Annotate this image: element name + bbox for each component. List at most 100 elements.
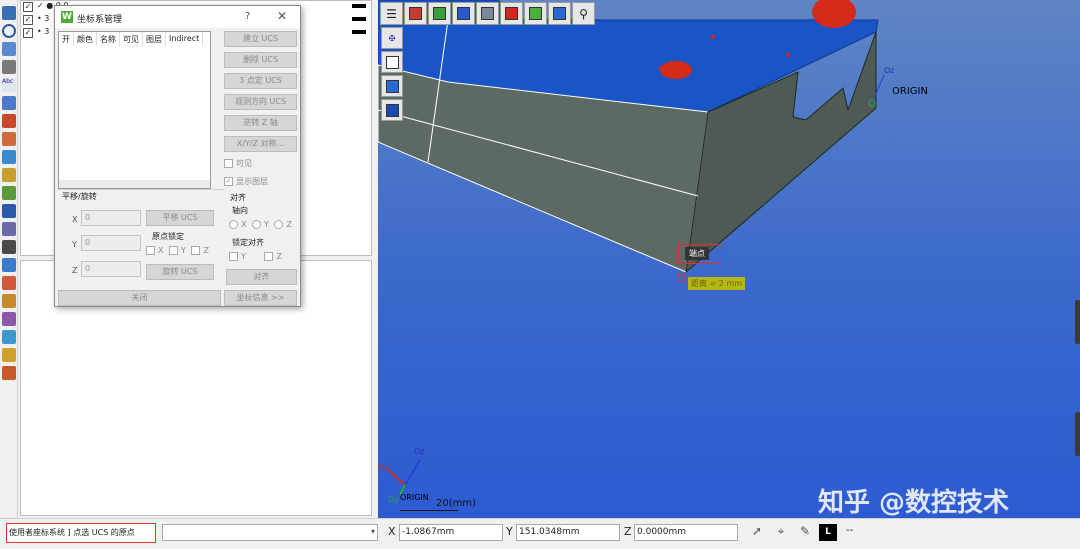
axis-z-radio[interactable] — [274, 220, 284, 229]
close-button[interactable]: 关闭 — [58, 290, 221, 306]
list-horizontal-scrollbar[interactable] — [59, 180, 210, 188]
origin-lock-x-checkbox[interactable] — [146, 246, 155, 255]
text-tool-icon[interactable]: Abc — [2, 78, 16, 92]
z-offset-field[interactable]: 0 — [81, 261, 141, 277]
scale-bar — [400, 510, 458, 511]
view-direction-ucs-button[interactable]: 观测方向 UCS — [224, 94, 297, 110]
zoom-icon[interactable]: ⚲ — [572, 2, 595, 25]
tree-row-color-bar — [352, 17, 366, 21]
endpoint-marker — [677, 273, 686, 282]
show-layer-checkbox[interactable]: ✓ — [224, 177, 233, 186]
lime-view-icon[interactable] — [524, 2, 547, 25]
column-header[interactable]: 可见 — [120, 32, 143, 46]
surface-tool-icon[interactable] — [2, 222, 16, 236]
origin-lock-z-checkbox[interactable] — [191, 246, 201, 255]
visible-checkbox[interactable] — [224, 159, 233, 168]
blue-cube-icon[interactable] — [381, 75, 403, 97]
right-scroll-handle[interactable] — [1075, 300, 1080, 344]
blue-view-icon[interactable] — [452, 2, 475, 25]
origin-lock-y-checkbox[interactable] — [169, 246, 179, 255]
close-icon[interactable]: ✕ — [277, 9, 287, 23]
lock-align-z-checkbox[interactable] — [264, 252, 274, 261]
grid-tool-icon[interactable] — [2, 258, 16, 272]
polyline-tool-icon[interactable] — [2, 60, 16, 74]
curve-tool-icon[interactable] — [2, 204, 16, 218]
delete-ucs-button[interactable]: 删除 UCS — [224, 52, 297, 68]
pick-icon[interactable]: ✎ — [796, 524, 814, 541]
x-coord-field[interactable]: -1.0867mm — [399, 524, 503, 541]
rectangle-tool-icon[interactable] — [2, 96, 16, 110]
snap-icon[interactable]: ⌖ — [772, 524, 790, 541]
cross-tool-icon[interactable] — [2, 240, 16, 254]
z-coord-field[interactable]: 0.0000mm — [634, 524, 738, 541]
fillet-tool-icon[interactable] — [2, 114, 16, 128]
lock-align-z-label: Z — [276, 252, 282, 261]
scale-label: 20(mm) — [436, 498, 477, 509]
axis-y-label: Y — [264, 220, 269, 229]
wireframe-cube-icon[interactable] — [381, 51, 403, 73]
origin-lock-checkbox-row: X Y Z — [146, 246, 209, 255]
axis-view-icon[interactable]: ✠ — [381, 27, 403, 49]
edit-tool-icon[interactable] — [2, 348, 16, 362]
command-prompt: 使用者座标系统 ] 点选 UCS 的原点 — [6, 523, 156, 543]
origin-lock-y-label: Y — [181, 246, 186, 255]
rotate-ucs-button[interactable]: 旋转 UCS — [146, 264, 214, 280]
column-header[interactable]: 颜色 — [74, 32, 97, 46]
chevron-down-icon[interactable]: ▾ — [371, 527, 375, 536]
chamfer-tool-icon[interactable] — [2, 132, 16, 146]
line-tool-icon[interactable] — [2, 6, 16, 20]
circle-tool-icon[interactable] — [2, 24, 16, 38]
iso-view-icon[interactable] — [476, 2, 499, 25]
column-header[interactable]: 图层 — [143, 32, 166, 46]
command-input[interactable]: ▾ — [162, 524, 378, 541]
tree-row-checkbox[interactable]: ✓ — [23, 28, 33, 38]
eraser-tool-icon[interactable] — [2, 312, 16, 326]
axis-x-radio[interactable] — [229, 220, 238, 229]
ucs-list[interactable]: 开 颜色 名称 可见 图层 Indirect — [58, 31, 211, 189]
right-scroll-handle[interactable] — [1075, 412, 1080, 456]
3d-viewport[interactable]: ☰ ⚲ ✠ Oz ORIGIN 端点 距离 = 2 mm Oz Ox Oy OR… — [378, 0, 1080, 518]
level-button[interactable]: L — [819, 524, 837, 541]
tree-row-checkbox[interactable]: ✓ — [23, 2, 33, 12]
solid-tool-icon[interactable] — [2, 276, 16, 290]
shaded-view-icon[interactable] — [404, 2, 427, 25]
coord-info-button[interactable]: 坐标信息 >> — [224, 290, 297, 306]
section-view-icon[interactable] — [548, 2, 571, 25]
three-point-ucs-button[interactable]: 3 点定 UCS — [224, 73, 297, 89]
help-button[interactable]: ? — [245, 11, 250, 22]
column-header[interactable]: 名称 — [97, 32, 120, 46]
arc-tool-icon[interactable] — [2, 42, 16, 56]
y-coord-field[interactable]: 151.0348mm — [516, 524, 620, 541]
pointer-icon[interactable]: ➚ — [748, 524, 766, 541]
visible-checkbox-row[interactable]: 可见 — [224, 158, 252, 169]
offset-tool-icon[interactable] — [2, 186, 16, 200]
translate-ucs-button[interactable]: 平移 UCS — [146, 210, 214, 226]
ucs-manager-dialog: W 坐标系管理 ? ✕ 开 颜色 名称 可见 图层 Indirect 建立 UC… — [54, 5, 301, 307]
dialog-title: 坐标系管理 — [77, 15, 123, 25]
measure-tool-icon[interactable] — [2, 330, 16, 344]
trim-tool-icon[interactable] — [2, 168, 16, 182]
tree-row-checkbox[interactable]: ✓ — [23, 15, 33, 25]
pencil-tool-icon[interactable] — [2, 294, 16, 308]
y-offset-field[interactable]: 0 — [81, 235, 141, 251]
xyz-align-button[interactable]: X/Y/Z 对称... — [224, 136, 297, 152]
solid-cube-icon[interactable] — [381, 99, 403, 121]
lock-align-y-checkbox[interactable] — [229, 252, 238, 261]
axis-y-radio[interactable] — [252, 220, 262, 229]
align-button[interactable]: 对齐 — [226, 269, 297, 285]
x-coord-label: X — [388, 525, 396, 538]
green-view-icon[interactable] — [428, 2, 451, 25]
transform-tool-icon[interactable] — [2, 366, 16, 380]
show-layer-checkbox-row[interactable]: ✓ 显示图层 — [224, 176, 268, 187]
menu-icon[interactable]: ☰ — [380, 2, 403, 25]
column-header[interactable]: Indirect — [166, 32, 204, 46]
create-ucs-button[interactable]: 建立 UCS — [224, 31, 297, 47]
dialog-titlebar[interactable]: W 坐标系管理 ? ✕ — [55, 6, 300, 28]
x-offset-field[interactable]: 0 — [81, 210, 141, 226]
view-toolbar: ☰ ⚲ — [380, 2, 595, 26]
column-header[interactable]: 开 — [59, 32, 74, 46]
app-logo-icon: W — [61, 11, 73, 23]
red-view-icon[interactable] — [500, 2, 523, 25]
spline-tool-icon[interactable] — [2, 150, 16, 164]
reverse-z-button[interactable]: 逆转 Z 轴 — [224, 115, 297, 131]
